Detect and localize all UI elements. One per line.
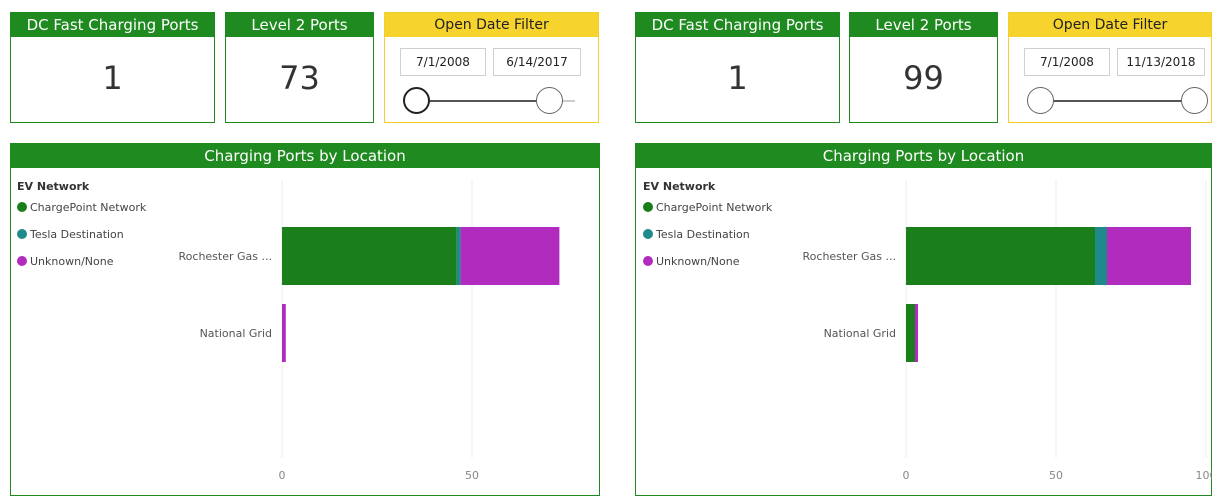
slider-start-handle[interactable] — [1027, 87, 1054, 114]
end-date-input[interactable]: 11/13/2018 — [1117, 48, 1205, 76]
bar-segment[interactable] — [282, 227, 457, 285]
stacked-bar-chart[interactable]: 0 50 100 Rochester Gas ... National Grid — [636, 168, 1212, 496]
bar-segment[interactable] — [1107, 227, 1191, 285]
x-tick-label: 50 — [1049, 469, 1063, 482]
charging-ports-chart: Charging Ports by Location EV Network Ch… — [635, 143, 1212, 496]
chart-title: Charging Ports by Location — [11, 144, 599, 168]
charging-ports-chart: Charging Ports by Location EV Network Ch… — [10, 143, 600, 496]
dc-fast-card[interactable]: DC Fast Charging Ports 1 — [635, 12, 840, 123]
open-date-filter[interactable]: Open Date Filter 7/1/2008 11/13/2018 — [1008, 12, 1212, 123]
level2-card[interactable]: Level 2 Ports 99 — [849, 12, 998, 123]
dashboard-panel-left: DC Fast Charging Ports 1 Level 2 Ports 7… — [0, 0, 600, 496]
category-label: National Grid — [824, 327, 896, 340]
dashboard-panel-right: DC Fast Charging Ports 1 Level 2 Ports 9… — [612, 0, 1212, 496]
chart-title: Charging Ports by Location — [636, 144, 1211, 168]
category-label: National Grid — [200, 327, 272, 340]
bar-segment[interactable] — [1095, 227, 1107, 285]
filter-title: Open Date Filter — [1009, 13, 1211, 37]
slider-end-handle[interactable] — [536, 87, 563, 114]
slider-start-handle[interactable] — [403, 87, 430, 114]
dc-fast-value: 1 — [727, 59, 748, 97]
x-tick-label: 100 — [1196, 469, 1212, 482]
level2-title: Level 2 Ports — [850, 13, 997, 37]
bar-segment[interactable] — [460, 227, 560, 285]
dc-fast-value: 1 — [102, 59, 123, 97]
bar-segment[interactable] — [906, 304, 915, 362]
category-label: Rochester Gas ... — [803, 250, 896, 263]
dc-fast-title: DC Fast Charging Ports — [11, 13, 214, 37]
filter-title: Open Date Filter — [385, 13, 598, 37]
category-label: Rochester Gas ... — [179, 250, 272, 263]
level2-title: Level 2 Ports — [226, 13, 373, 37]
bar-segment[interactable] — [456, 227, 461, 285]
x-tick-label: 50 — [465, 469, 479, 482]
level2-card[interactable]: Level 2 Ports 73 — [225, 12, 374, 123]
open-date-filter[interactable]: Open Date Filter 7/1/2008 6/14/2017 — [384, 12, 599, 123]
level2-value: 99 — [903, 59, 944, 97]
x-tick-label: 0 — [903, 469, 910, 482]
start-date-input[interactable]: 7/1/2008 — [400, 48, 486, 76]
level2-value: 73 — [279, 59, 320, 97]
slider-end-handle[interactable] — [1181, 87, 1208, 114]
stacked-bar-chart[interactable]: 0 50 Rochester Gas ... National Grid — [11, 168, 601, 496]
slider-track[interactable] — [417, 100, 552, 102]
dc-fast-card[interactable]: DC Fast Charging Ports 1 — [10, 12, 215, 123]
bar-segment[interactable] — [906, 227, 1095, 285]
dc-fast-title: DC Fast Charging Ports — [636, 13, 839, 37]
x-tick-label: 0 — [279, 469, 286, 482]
bar-segment[interactable] — [282, 304, 286, 362]
end-date-input[interactable]: 6/14/2017 — [493, 48, 581, 76]
slider-track[interactable] — [1041, 100, 1201, 102]
start-date-input[interactable]: 7/1/2008 — [1024, 48, 1110, 76]
bar-segment[interactable] — [915, 304, 918, 362]
